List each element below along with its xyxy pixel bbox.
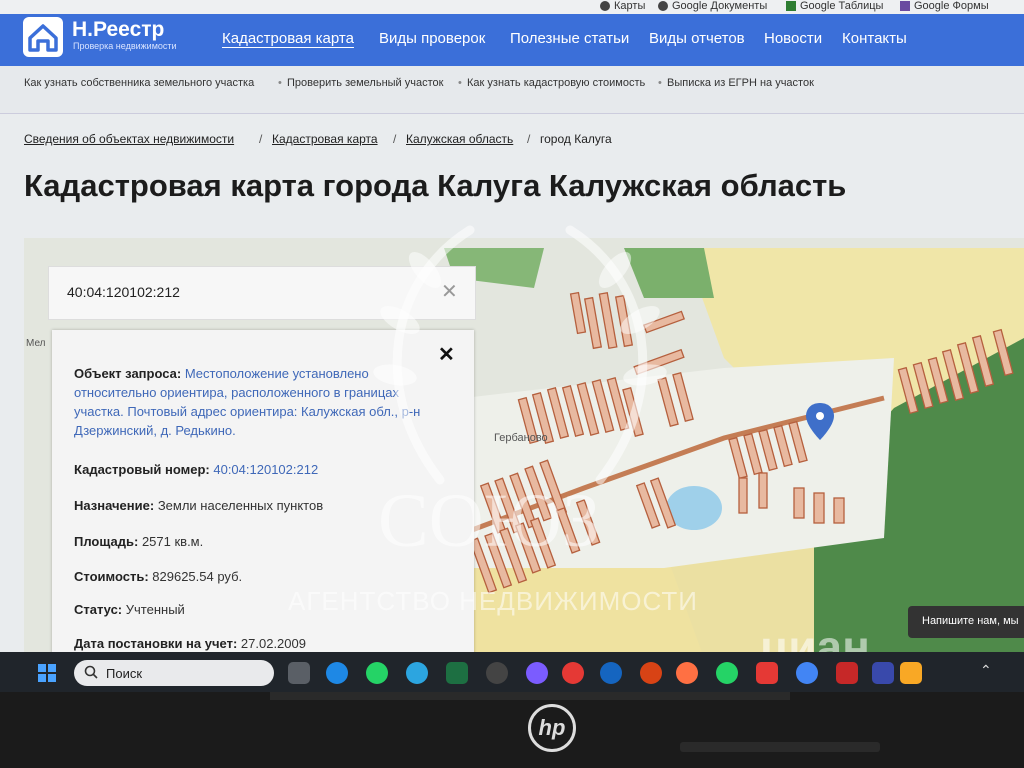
- nav-articles[interactable]: Полезные статьи: [510, 30, 629, 47]
- watermark-subtitle: АГЕНТСТВО НЕДВИЖИМОСТИ: [288, 586, 698, 616]
- breadcrumb-item[interactable]: Кадастровая карта: [272, 132, 378, 146]
- app-icon[interactable]: [640, 662, 662, 684]
- bookmark-sheets[interactable]: Google Таблицы: [786, 0, 883, 12]
- quick-link-separator: •: [658, 77, 662, 89]
- app-icon[interactable]: [756, 662, 778, 684]
- map-place-label: Мел: [26, 338, 46, 349]
- quick-link-separator: •: [458, 77, 462, 89]
- object-label: Объект запроса:: [74, 366, 182, 381]
- whatsapp-icon[interactable]: [716, 662, 738, 684]
- quick-link-check-plot[interactable]: Проверить земельный участок: [287, 77, 443, 89]
- cost-row: Стоимость: 829625.54 руб.: [74, 567, 242, 586]
- cost-value: 829625.54 руб.: [152, 569, 243, 584]
- nav-check-types[interactable]: Виды проверок: [379, 30, 485, 47]
- status-row: Статус: Учтенный: [74, 600, 185, 619]
- app-icon[interactable]: [600, 662, 622, 684]
- app-icon[interactable]: [486, 662, 508, 684]
- date-value: 27.02.2009: [240, 636, 306, 651]
- breadcrumb-separator: /: [393, 132, 397, 146]
- quick-link-owner[interactable]: Как узнать собственника земельного участ…: [24, 77, 254, 89]
- site-header: Н.Реестр Проверка недвижимости Кадастров…: [0, 14, 1024, 66]
- date-label: Дата постановки на учет:: [74, 636, 238, 651]
- house-logo-icon[interactable]: [22, 16, 64, 58]
- quick-links: Как узнать собственника земельного участ…: [0, 66, 1024, 114]
- maps-icon: [600, 1, 610, 11]
- watermark-brand: СОЮЗ: [378, 479, 600, 563]
- hinge: [680, 742, 880, 752]
- breadcrumb-separator: /: [527, 132, 531, 146]
- bezel-edge: [270, 692, 790, 700]
- forms-icon: [900, 1, 910, 11]
- app-icon[interactable]: [872, 662, 894, 684]
- chrome-icon[interactable]: [796, 662, 818, 684]
- quick-link-separator: •: [278, 77, 282, 89]
- purpose-label: Назначение:: [74, 498, 155, 513]
- nav-news[interactable]: Новости: [764, 30, 822, 47]
- whatsapp-icon[interactable]: [366, 662, 388, 684]
- logo-title[interactable]: Н.Реестр: [72, 18, 164, 42]
- logo-subtitle: Проверка недвижимости: [73, 41, 177, 51]
- yandex-browser-icon[interactable]: [562, 662, 584, 684]
- cadnum-row: Кадастровый номер: 40:04:120102:212: [74, 460, 318, 479]
- area-label: Площадь:: [74, 534, 139, 549]
- cadastral-search-input[interactable]: 40:04:120102:212: [67, 284, 180, 300]
- taskbar-search-label: Поиск: [106, 666, 143, 681]
- windows-taskbar: Поиск ⌃: [0, 652, 1024, 692]
- purpose-row: Назначение: Земли населенных пунктов: [74, 496, 323, 515]
- cadnum-value[interactable]: 40:04:120102:212: [213, 462, 318, 477]
- area-value: 2571 кв.м.: [141, 534, 204, 549]
- sheets-icon: [786, 1, 796, 11]
- breadcrumb-separator: /: [259, 132, 263, 146]
- status-value: Учтенный: [125, 602, 185, 617]
- quick-link-egrn[interactable]: Выписка из ЕГРН на участок: [667, 77, 814, 89]
- bookmark-forms[interactable]: Google Формы: [900, 0, 989, 12]
- purpose-value: Земли населенных пунктов: [157, 498, 324, 513]
- task-view-icon[interactable]: [288, 662, 310, 684]
- taskbar-search[interactable]: Поиск: [74, 660, 274, 686]
- breadcrumb-current: город Калуга: [540, 132, 612, 146]
- app-icon[interactable]: [836, 662, 858, 684]
- area-row: Площадь: 2571 кв.м.: [74, 532, 203, 551]
- screen: { "browser_bookmarks": [ {"label": "Карт…: [0, 0, 1024, 768]
- date-row: Дата постановки на учет: 27.02.2009: [74, 634, 306, 653]
- chevron-up-icon[interactable]: ⌃: [980, 662, 992, 679]
- search-icon: [84, 665, 98, 679]
- laptop-bezel: [0, 692, 1024, 768]
- docs-icon: [658, 1, 668, 11]
- breadcrumb-item[interactable]: Калужская область: [406, 132, 513, 146]
- file-explorer-icon[interactable]: [900, 662, 922, 684]
- telegram-icon[interactable]: [406, 662, 428, 684]
- status-label: Статус:: [74, 602, 123, 617]
- windows-start-icon[interactable]: [38, 664, 56, 682]
- nav-contacts[interactable]: Контакты: [842, 30, 907, 47]
- firefox-icon[interactable]: [676, 662, 698, 684]
- breadcrumb-item[interactable]: Сведения об объектах недвижимости: [24, 132, 234, 146]
- nav-cadastral-map[interactable]: Кадастровая карта: [222, 30, 354, 47]
- bookmark-docs[interactable]: Google Документы: [658, 0, 767, 12]
- edge-icon[interactable]: [326, 662, 348, 684]
- hp-logo: hp: [528, 704, 576, 752]
- cadnum-label: Кадастровый номер:: [74, 462, 210, 477]
- nav-report-types[interactable]: Виды отчетов: [649, 30, 745, 47]
- excel-icon[interactable]: [446, 662, 468, 684]
- cost-label: Стоимость:: [74, 569, 149, 584]
- chat-widget[interactable]: Напишите нам, мы: [908, 606, 1024, 638]
- bookmark-maps[interactable]: Карты: [600, 0, 645, 12]
- quick-link-cost[interactable]: Как узнать кадастровую стоимость: [467, 77, 645, 89]
- alice-icon[interactable]: [526, 662, 548, 684]
